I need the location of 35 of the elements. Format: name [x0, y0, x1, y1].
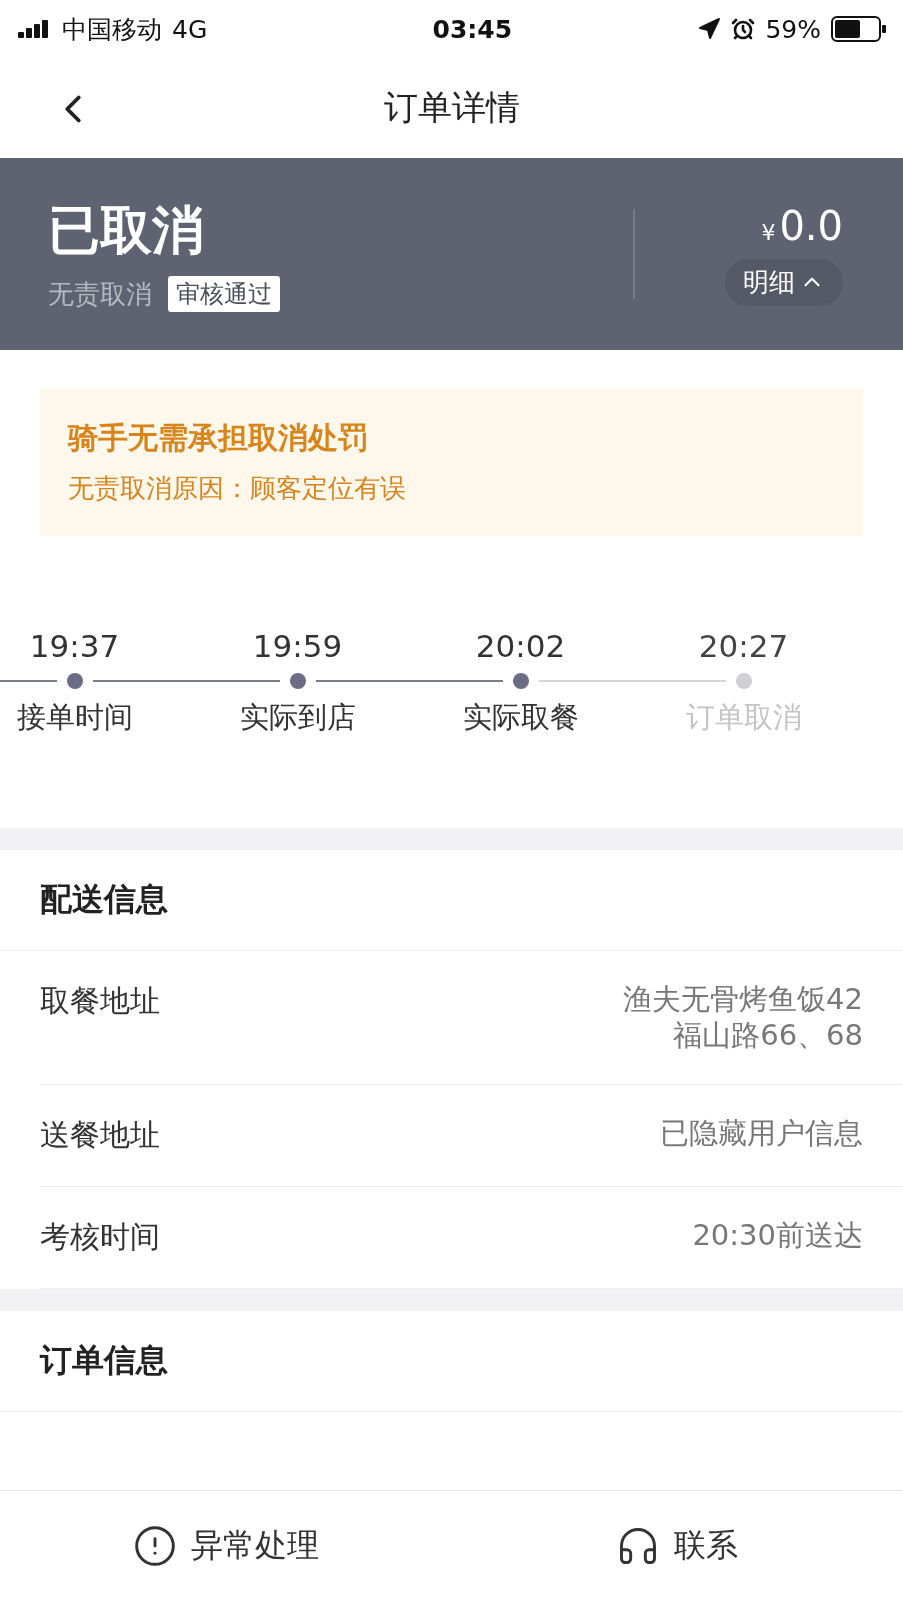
- section-title: 订单信息: [0, 1310, 903, 1412]
- field-value: 渔夫无骨烤鱼饭42 福山路66、68: [623, 981, 863, 1054]
- order-status: 已取消: [48, 199, 205, 262]
- section-title: 配送信息: [0, 850, 903, 951]
- location-icon: [697, 17, 722, 41]
- step-time: 20:02: [475, 628, 566, 664]
- step-label: 实际到店: [239, 699, 356, 736]
- step-time: 20:27: [698, 628, 789, 664]
- cancel-reason: 无责取消: [48, 277, 152, 311]
- field-label: 考核时间: [40, 1217, 160, 1256]
- action-button[interactable]: 联系: [451, 1522, 903, 1569]
- alert-icon: [132, 1523, 177, 1568]
- currency-symbol: ¥: [761, 219, 776, 245]
- field-value: 已隐藏用户信息: [660, 1114, 863, 1151]
- review-badge: 审核通过: [168, 276, 280, 312]
- step-time: 19:37: [29, 628, 120, 664]
- detail-button[interactable]: 明细: [725, 258, 843, 306]
- step-label: 实际取餐: [462, 699, 579, 736]
- battery-icon: [831, 16, 887, 42]
- order-amount: 0.0: [779, 202, 843, 249]
- step-label: 订单取消: [685, 699, 802, 736]
- alarm-icon: [731, 17, 756, 41]
- notice-text: 无责取消原因：顾客定位有误: [68, 472, 407, 505]
- page-title: 订单详情: [383, 86, 520, 129]
- action-button[interactable]: 异常处理: [0, 1522, 452, 1569]
- field-label: 取餐地址: [40, 982, 160, 1020]
- network-type: 4G: [172, 14, 208, 44]
- battery-percent: 59%: [765, 14, 821, 44]
- carrier-name: 中国移动: [62, 13, 162, 46]
- clock-time: 03:45: [432, 14, 513, 44]
- notice-title: 骑手无需承担取消处罚: [68, 419, 369, 457]
- step-label: 接单时间: [16, 699, 133, 736]
- field-label: 送餐地址: [40, 1115, 160, 1154]
- step-time: 19:59: [252, 628, 343, 664]
- field-value: 20:30前送达: [692, 1216, 863, 1253]
